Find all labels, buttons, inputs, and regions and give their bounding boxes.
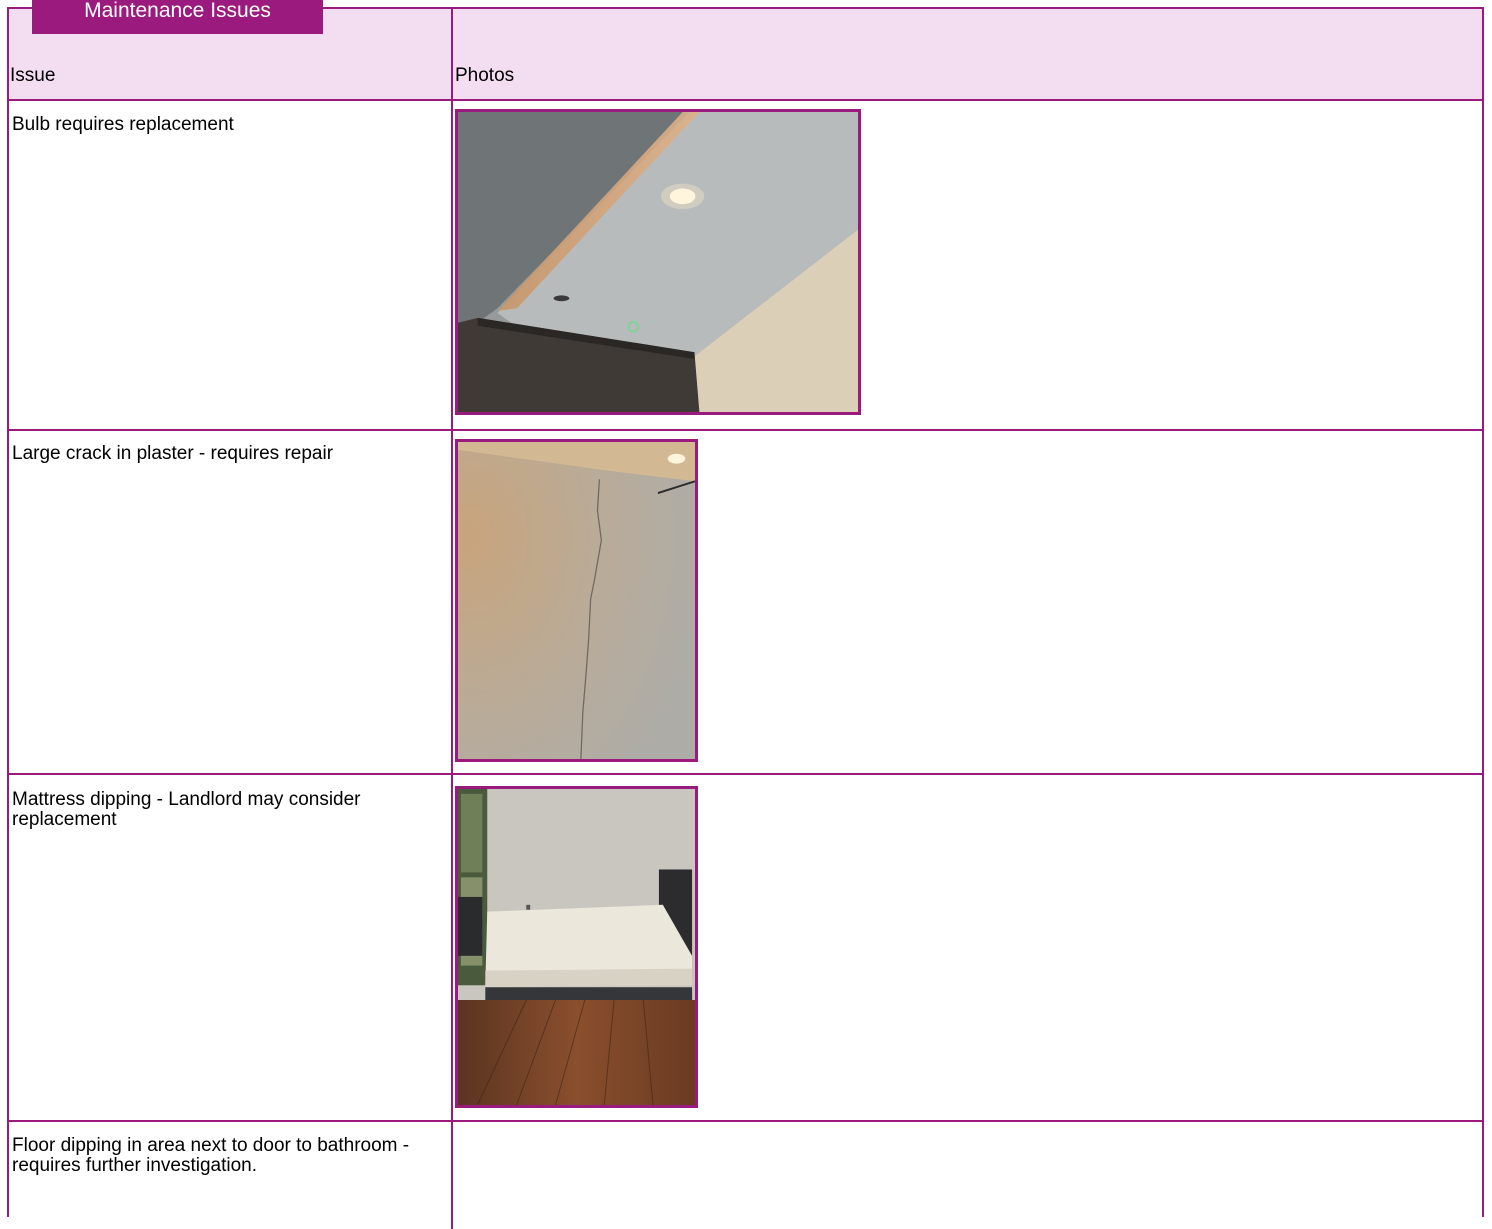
- row-divider: [9, 773, 1482, 775]
- column-divider: [451, 9, 453, 1229]
- photos-column-header: Photos: [455, 65, 515, 86]
- mattress-photo[interactable]: [455, 786, 698, 1108]
- row-divider: [9, 429, 1482, 431]
- section-title: Maintenance Issues: [84, 0, 271, 22]
- table-row-issue: Floor dipping in area next to door to ba…: [12, 1135, 410, 1176]
- ceiling-bulb-photo[interactable]: [455, 109, 861, 415]
- table-row-issue: Mattress dipping - Landlord may consider…: [12, 789, 361, 830]
- row-divider: [9, 1120, 1482, 1122]
- section-title-tab: Maintenance Issues: [32, 0, 323, 34]
- table-row-issue: Large crack in plaster - requires repair: [12, 443, 334, 464]
- issue-column-header: Issue: [10, 65, 56, 86]
- table-row-issue: Bulb requires replacement: [12, 114, 234, 135]
- wall-crack-photo[interactable]: [455, 439, 698, 762]
